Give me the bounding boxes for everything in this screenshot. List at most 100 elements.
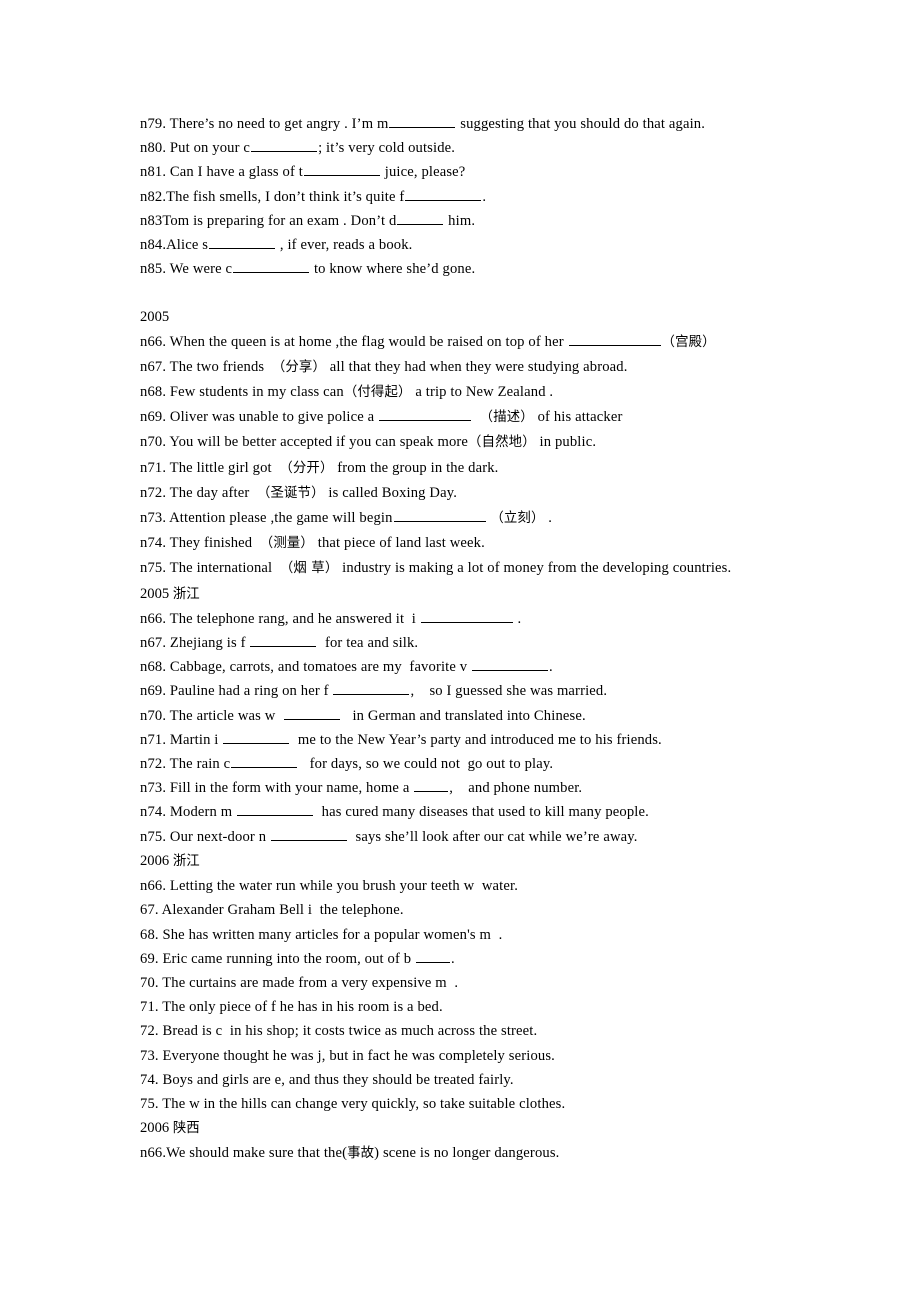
section-heading: 2006 陕西 (140, 1116, 788, 1141)
chinese-hint: （立刻） (490, 511, 545, 527)
question-text: 69. Eric came running into the room, out… (140, 950, 416, 967)
answer-blank[interactable] (405, 186, 482, 201)
question-text: n66. When the queen is at home ,the flag… (140, 333, 568, 350)
question-text: from the group in the dark. (333, 459, 499, 476)
question-line: 73. Everyone thought he was j, but in fa… (140, 1044, 788, 1068)
question-text: n80. Put on your c (140, 140, 251, 157)
chinese-hint: （分开） (279, 460, 334, 476)
question-line: n66. The telephone rang, and he answered… (140, 607, 788, 631)
answer-blank[interactable] (209, 235, 276, 250)
question-line: n66. Letting the water run while you bru… (140, 874, 788, 898)
question-text: n83Tom is preparing for an exam . Don’t … (140, 212, 397, 229)
question-text: me to the New Year’s party and introduce… (290, 731, 662, 748)
chinese-hint: （自然地） (468, 435, 536, 451)
question-text: 68. She has written many articles for a … (140, 926, 503, 943)
answer-blank[interactable] (233, 259, 310, 274)
answer-blank[interactable] (333, 681, 410, 696)
question-line: 74. Boys and girls are e, and thus they … (140, 1068, 788, 1092)
question-text: n81. Can I have a glass of t (140, 164, 303, 181)
answer-blank[interactable] (303, 162, 380, 177)
answer-blank[interactable] (251, 138, 318, 153)
question-text: 71. The only piece of f he has in his ro… (140, 999, 443, 1016)
question-text: has cured many diseases that used to kil… (314, 804, 649, 821)
question-text: n69. Oliver was unable to give police a (140, 409, 379, 426)
question-text: 70. The curtains are made from a very ex… (140, 974, 459, 991)
chinese-hint: （描述） (479, 410, 534, 426)
answer-blank[interactable] (472, 657, 549, 672)
answer-blank[interactable] (379, 407, 472, 422)
question-line: n66. When the queen is at home ,the flag… (140, 330, 788, 355)
question-text: n66. Letting the water run while you bru… (140, 878, 519, 895)
section-region: 浙江 (172, 586, 200, 602)
question-line: n72. The rain c for days, so we could no… (140, 752, 788, 776)
answer-blank[interactable] (270, 826, 347, 841)
question-line: n73. Attention please ,the game will beg… (140, 506, 788, 531)
question-line: n67. The two friends （分享） all that they … (140, 355, 788, 380)
question-line: 69. Eric came running into the room, out… (140, 947, 788, 971)
question-text: , and phone number. (449, 780, 583, 797)
answer-blank[interactable] (568, 331, 661, 346)
document-page: n79. There’s no need to get angry . I’m … (0, 0, 920, 1302)
answer-blank[interactable] (393, 508, 486, 523)
question-line: n84.Alice s , if ever, reads a book. (140, 233, 788, 257)
question-text: 75. The w in the hills can change very q… (140, 1095, 566, 1112)
answer-blank[interactable] (231, 754, 298, 769)
answer-blank[interactable] (397, 210, 444, 225)
answer-blank[interactable] (420, 608, 513, 623)
section-region: 陕西 (172, 1121, 200, 1137)
question-line: n72. The day after （圣诞节） is called Boxin… (140, 481, 788, 506)
question-text: juice, please? (380, 164, 466, 181)
section-heading: 2006 浙江 (140, 849, 788, 874)
question-text: in German and translated into Chinese. (341, 707, 586, 724)
answer-blank[interactable] (414, 778, 449, 793)
question-text: n69. Pauline had a ring on her f (140, 683, 333, 700)
question-text: n74. Modern m (140, 804, 237, 821)
question-line: n85. We were c to know where she’d gone. (140, 257, 788, 281)
chinese-hint: （烟 草） (279, 561, 339, 577)
question-text: n72. The day after (140, 484, 257, 501)
answer-blank[interactable] (223, 729, 290, 744)
section-year: 2006 (140, 852, 173, 869)
question-text: n71. Martin i (140, 731, 223, 748)
answer-blank[interactable] (284, 705, 341, 720)
section-heading: 2005 (140, 309, 170, 326)
question-text: all that they had when they were studyin… (326, 358, 628, 375)
question-text: n70. The article was w (140, 707, 284, 724)
answer-blank[interactable] (237, 802, 314, 817)
question-line: n74. They finished （测量） that piece of la… (140, 531, 788, 556)
answer-blank[interactable] (250, 633, 317, 648)
chinese-hint: （测量） (259, 536, 314, 552)
answer-blank[interactable] (416, 948, 451, 963)
question-line: n75. Our next-door n says she’ll look af… (140, 825, 788, 849)
question-line: n68. Cabbage, carrots, and tomatoes are … (140, 655, 788, 679)
question-text: n67. The two friends (140, 358, 272, 375)
question-text: 73. Everyone thought he was j, but in fa… (140, 1047, 555, 1064)
section-year: 2005 (140, 585, 173, 602)
question-text: n66.We should make sure that the( (140, 1145, 348, 1162)
chinese-hint: （圣诞节） (256, 485, 325, 501)
question-line: n70. You will be better accepted if you … (140, 430, 788, 455)
question-text: n70. You will be better accepted if you … (140, 434, 469, 451)
question-text: n84.Alice s (140, 237, 209, 254)
question-text: n68. Few students in my class can (140, 384, 344, 401)
question-text: him. (444, 212, 476, 229)
question-line: 72. Bread is c in his shop; it costs twi… (140, 1019, 788, 1043)
question-text: . (451, 950, 455, 967)
question-line: n79. There’s no need to get angry . I’m … (140, 112, 788, 136)
question-text: of his attacker (533, 409, 623, 426)
question-text: n79. There’s no need to get angry . I’m … (140, 116, 389, 132)
question-text: . (513, 610, 522, 627)
question-line: 75. The w in the hills can change very q… (140, 1092, 788, 1116)
chinese-hint: 事故 (347, 1146, 375, 1162)
chinese-hint: （付得起） (343, 385, 412, 401)
question-text: 74. Boys and girls are e, and thus they … (140, 1071, 514, 1088)
question-line: n81. Can I have a glass of t juice, plea… (140, 160, 788, 184)
question-text: ) scene is no longer dangerous. (374, 1145, 560, 1162)
question-text: n66. The telephone rang, and he answered… (140, 610, 420, 627)
answer-blank[interactable] (389, 114, 456, 128)
question-text: n71. The little girl got (140, 459, 280, 476)
question-text: n82.The fish smells, I don’t think it’s … (140, 188, 405, 205)
section-year: 2006 (140, 1120, 173, 1137)
question-line: n75. The international （烟 草） industry is… (140, 556, 788, 581)
